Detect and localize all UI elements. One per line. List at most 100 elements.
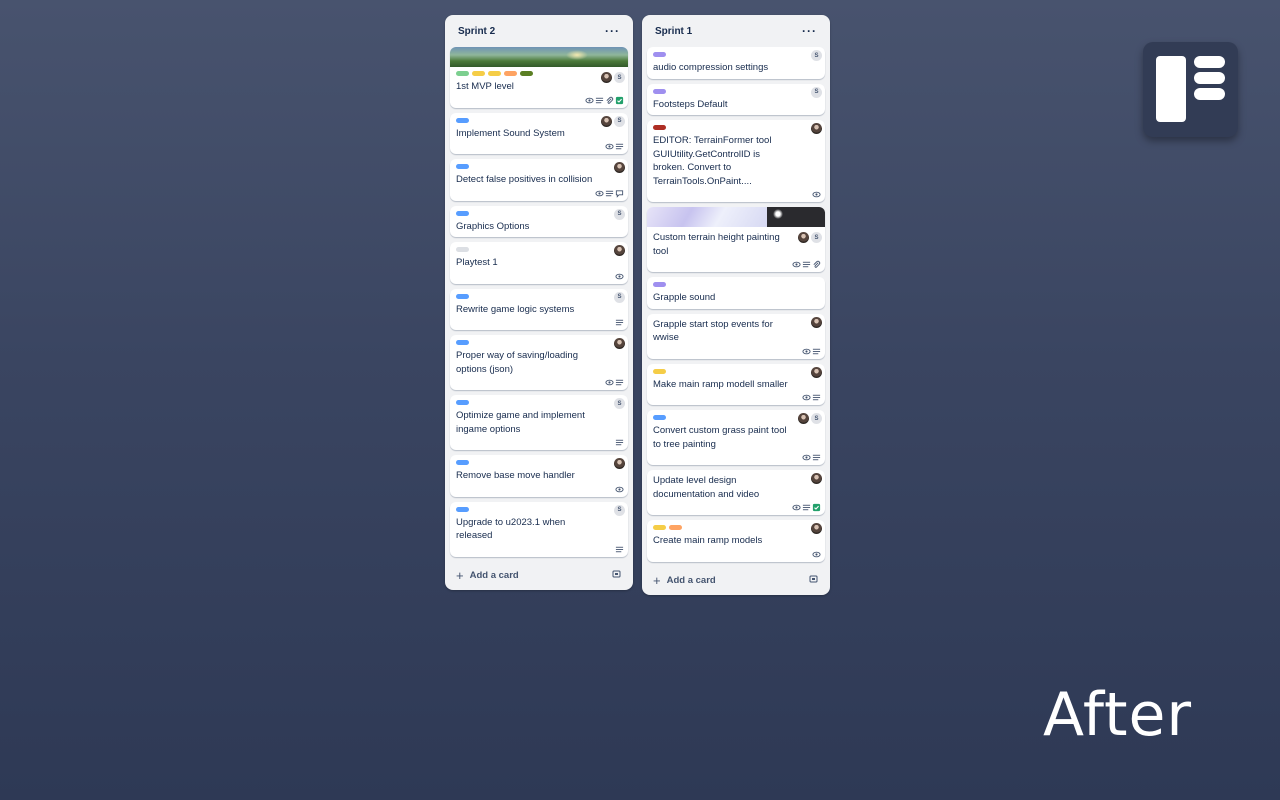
card-labels: [653, 125, 819, 131]
avatar[interactable]: [798, 413, 809, 424]
avatar[interactable]: [811, 366, 822, 378]
label-blue[interactable]: [456, 340, 469, 345]
card[interactable]: Custom terrain height painting tool S: [647, 207, 825, 272]
card-badges: [585, 96, 624, 105]
description-icon: [802, 503, 811, 512]
list-title[interactable]: Sprint 1: [655, 26, 692, 37]
card[interactable]: Make main ramp modell smaller: [647, 363, 825, 405]
label-blue[interactable]: [653, 415, 666, 420]
label-blue[interactable]: [456, 117, 469, 123]
avatar[interactable]: [811, 473, 822, 484]
card[interactable]: Remove base move handler: [450, 455, 628, 497]
avatar-initials[interactable]: S: [614, 398, 625, 409]
avatar-initials[interactable]: S: [614, 115, 625, 127]
card[interactable]: Detect false positives in collision: [450, 159, 628, 201]
label-purple[interactable]: [653, 52, 666, 57]
list-menu-icon[interactable]: ···: [605, 25, 620, 37]
avatar-initials[interactable]: S: [614, 504, 625, 516]
description-icon: [615, 545, 624, 554]
avatar-initials[interactable]: S: [811, 413, 822, 424]
card[interactable]: Playtest 1: [450, 242, 628, 284]
card-badges: [812, 190, 821, 199]
avatar-initials[interactable]: S: [614, 291, 625, 303]
avatar[interactable]: [614, 458, 625, 469]
avatar-initials[interactable]: S: [614, 72, 625, 83]
card-labels: [456, 506, 622, 513]
eye-icon: [585, 96, 594, 105]
card[interactable]: Convert custom grass paint tool to tree …: [647, 410, 825, 465]
label-blue[interactable]: [456, 506, 469, 512]
label-blue[interactable]: [456, 460, 469, 465]
avatar[interactable]: [601, 72, 612, 83]
card[interactable]: Footsteps Default S: [647, 83, 825, 115]
card-labels: [653, 368, 819, 375]
avatar[interactable]: [811, 523, 822, 534]
add-card-button[interactable]: + Add a card: [456, 568, 519, 583]
card-title: Custom terrain height painting tool: [653, 232, 780, 257]
label-gray[interactable]: [456, 247, 469, 252]
label-blue[interactable]: [456, 293, 469, 299]
label-blue[interactable]: [456, 210, 469, 216]
add-card-button[interactable]: + Add a card: [653, 573, 716, 588]
avatar-initials[interactable]: S: [811, 232, 822, 243]
card-labels: [653, 52, 819, 58]
label-red[interactable]: [653, 125, 666, 130]
list-menu-icon[interactable]: ···: [802, 25, 817, 37]
label-yellow[interactable]: [472, 71, 485, 76]
avatar[interactable]: [811, 123, 822, 134]
plus-icon: +: [653, 573, 661, 588]
card[interactable]: 1st MVP level S: [450, 47, 628, 108]
label-blue[interactable]: [456, 164, 469, 169]
list-header[interactable]: Sprint 1 ···: [647, 15, 825, 47]
description-icon: [615, 142, 624, 151]
avatar[interactable]: [811, 316, 822, 328]
avatar[interactable]: [614, 338, 625, 349]
card[interactable]: Grapple start stop events for wwise: [647, 313, 825, 359]
card-badges: [615, 438, 624, 447]
card[interactable]: Upgrade to u2023.1 when released S: [450, 501, 628, 557]
card-badges: [792, 260, 821, 269]
label-green[interactable]: [456, 71, 469, 76]
label-yellow[interactable]: [653, 525, 666, 530]
card-template-icon[interactable]: [809, 574, 819, 587]
list-header[interactable]: Sprint 2 ···: [450, 15, 628, 47]
label-purple[interactable]: [653, 282, 666, 287]
card[interactable]: Optimize game and implement ingame optio…: [450, 395, 628, 450]
eye-icon: [605, 142, 614, 151]
label-yellow[interactable]: [488, 71, 501, 76]
eye-icon: [812, 190, 821, 199]
label-purple[interactable]: [653, 88, 666, 94]
card-members: S: [614, 398, 625, 409]
avatar[interactable]: [614, 245, 625, 256]
card[interactable]: Rewrite game logic systems S: [450, 288, 628, 330]
eye-icon: [802, 453, 811, 462]
avatar-initials[interactable]: S: [811, 86, 822, 98]
card[interactable]: Proper way of saving/loading options (js…: [450, 335, 628, 390]
card[interactable]: Create main ramp models: [647, 520, 825, 562]
avatar-initials[interactable]: S: [811, 50, 822, 61]
card[interactable]: EDITOR: TerrainFormer tool GUIUtility.Ge…: [647, 120, 825, 202]
avatar[interactable]: [601, 115, 612, 127]
card-labels: [653, 525, 819, 531]
card-title: Optimize game and implement ingame optio…: [456, 410, 585, 435]
label-olive[interactable]: [520, 71, 533, 76]
card-title: Make main ramp modell smaller: [653, 378, 788, 390]
description-icon: [605, 189, 614, 198]
avatar[interactable]: [798, 232, 809, 243]
list-title[interactable]: Sprint 2: [458, 26, 495, 37]
eye-icon: [595, 189, 604, 198]
eye-icon: [802, 393, 811, 402]
card[interactable]: Implement Sound System S: [450, 112, 628, 154]
card[interactable]: Grapple sound: [647, 277, 825, 309]
avatar[interactable]: [614, 162, 625, 173]
label-yellow[interactable]: [653, 368, 666, 374]
card-template-icon[interactable]: [612, 569, 622, 582]
card[interactable]: audio compression settings S: [647, 47, 825, 79]
plus-icon: +: [456, 568, 464, 583]
avatar-initials[interactable]: S: [614, 208, 625, 220]
card[interactable]: Graphics Options S: [450, 205, 628, 237]
card[interactable]: Update level design documentation and vi…: [647, 470, 825, 515]
label-blue[interactable]: [456, 400, 469, 405]
label-orange[interactable]: [504, 71, 517, 76]
label-orange[interactable]: [669, 525, 682, 530]
